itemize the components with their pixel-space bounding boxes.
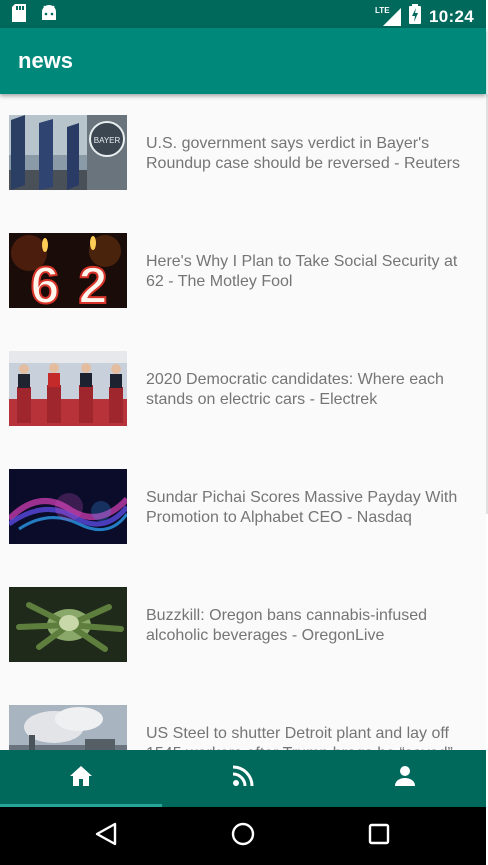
news-thumbnail <box>9 705 127 750</box>
news-thumbnail <box>9 587 127 662</box>
news-item[interactable]: US Steel to shutter Detroit plant and la… <box>0 684 486 750</box>
recents-icon <box>368 823 390 850</box>
svg-text:BAYER: BAYER <box>94 136 121 145</box>
battery-charging-icon <box>409 4 422 29</box>
nav-home-tab[interactable] <box>0 750 162 807</box>
news-headline: Sundar Pichai Scores Massive Payday With… <box>146 489 458 526</box>
sd-card-icon <box>12 4 26 27</box>
bottom-navigation <box>0 750 486 807</box>
news-headline: 2020 Democratic candidates: Where each s… <box>146 371 444 408</box>
back-icon <box>95 822 117 851</box>
news-item[interactable]: Buzzkill: Oregon bans cannabis-infused a… <box>0 566 486 684</box>
clock: 10:24 <box>429 6 474 26</box>
recents-button[interactable] <box>364 821 394 851</box>
news-headline: Here's Why I Plan to Take Social Securit… <box>146 253 458 290</box>
news-thumbnail <box>9 469 127 544</box>
nav-feed-tab[interactable] <box>162 750 324 807</box>
news-headline: U.S. government says verdict in Bayer's … <box>146 135 460 172</box>
app-title: news <box>18 48 74 73</box>
news-thumbnail <box>9 351 127 426</box>
news-headline: US Steel to shutter Detroit plant and la… <box>146 725 453 750</box>
svg-text:2: 2 <box>79 257 108 308</box>
news-thumbnail: 6 2 <box>9 233 127 308</box>
news-item[interactable]: 2020 Democratic candidates: Where each s… <box>0 330 486 448</box>
news-list[interactable]: BAYER U.S. government says verdict in Ba… <box>0 94 486 750</box>
status-bar: LTE 10:24 <box>0 0 486 28</box>
home-icon <box>69 765 93 792</box>
network-label: LTE <box>375 5 390 15</box>
person-icon <box>394 765 416 792</box>
svg-text:6: 6 <box>31 257 60 308</box>
rss-feed-icon <box>232 765 254 792</box>
system-navigation-bar <box>0 807 486 865</box>
news-thumbnail: BAYER <box>9 115 127 190</box>
news-item[interactable]: 6 2 Here's Why I Plan to Take Social Sec… <box>0 212 486 330</box>
lte-signal-icon: LTE <box>375 6 402 26</box>
home-button[interactable] <box>228 821 258 851</box>
news-item[interactable]: Sundar Pichai Scores Massive Payday With… <box>0 448 486 566</box>
nav-profile-tab[interactable] <box>324 750 486 807</box>
app-bar: news <box>0 28 486 94</box>
android-icon <box>40 4 58 27</box>
news-headline: Buzzkill: Oregon bans cannabis-infused a… <box>146 607 428 644</box>
home-circle-icon <box>230 821 256 852</box>
news-item[interactable]: BAYER U.S. government says verdict in Ba… <box>0 94 486 212</box>
back-button[interactable] <box>91 821 121 851</box>
